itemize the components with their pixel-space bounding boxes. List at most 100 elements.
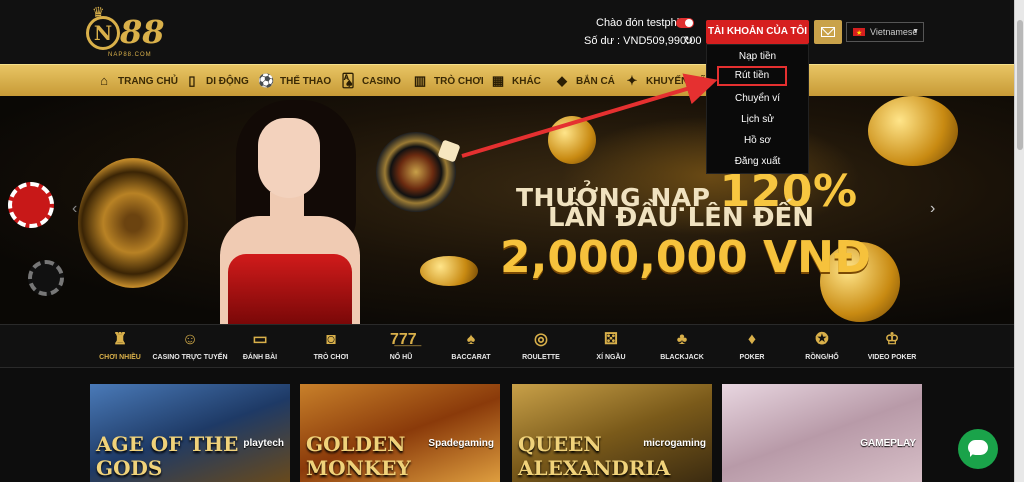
menu-item-logout[interactable]: Đăng xuất — [707, 152, 808, 172]
nav-item-casino[interactable]: 🂡 CASINO — [340, 72, 401, 90]
account-dropdown: Nạp tiền Rút tiền Chuyển ví Lịch sử Hồ s… — [706, 44, 809, 174]
roulette-icon: ◎ — [534, 331, 548, 348]
game-controller-icon: ◙ — [326, 331, 336, 348]
logo-subtext: NAP88.COM — [108, 52, 152, 58]
cards-icon: 🂡 — [341, 73, 355, 88]
nav-item-other[interactable]: ▦ KHÁC — [490, 72, 541, 90]
baccarat-icon: ♠ — [466, 331, 476, 348]
main-nav: ⌂ TRANG CHỦ ▯ DI ĐỘNG ⚽ THỂ THAO 🂡 CASINO ▥ T… — [0, 64, 1014, 96]
logo-number: 88 — [120, 13, 165, 51]
nav-item-games[interactable]: ▥ TRÒ CHƠI — [412, 72, 484, 90]
game-title: GOLDEN MONKEY — [306, 432, 411, 480]
nav-label: THỂ THAO — [280, 75, 332, 87]
game-card[interactable]: microgaming QUEEN ALEXANDRIA — [512, 384, 712, 482]
slot-777-icon: 7̲7̲7̲ — [390, 331, 417, 348]
nav-item-fishing[interactable]: ◆ BẮN CÁ — [554, 72, 615, 90]
category-label: TRÒ CHƠI — [313, 354, 349, 361]
language-select[interactable]: Vietnamese ▼ — [846, 22, 924, 43]
mail-button[interactable] — [814, 20, 842, 44]
category-label: VIDEO POKER — [867, 354, 917, 361]
nav-label: KHUYẾN MÃI — [646, 75, 710, 87]
category-roulette[interactable]: ◎ ROULETTE — [501, 329, 581, 361]
nav-label: TRÒ CHƠI — [434, 75, 484, 87]
dice-icon: ⚄ — [604, 331, 618, 348]
page: ♛ N 88 NAP88.COM Chào đón testphl Số dư … — [0, 0, 1014, 482]
nav-label: DI ĐỘNG — [206, 75, 249, 87]
nav-label: BẮN CÁ — [576, 75, 615, 87]
chevron-right-icon[interactable]: › — [930, 200, 935, 218]
scrollbar-thumb[interactable] — [1017, 20, 1023, 150]
blackjack-icon: ♣ — [676, 331, 688, 348]
chevron-left-icon[interactable]: ‹ — [72, 200, 77, 218]
chat-button[interactable] — [958, 429, 998, 469]
site-logo[interactable]: ♛ N 88 NAP88.COM — [84, 4, 184, 60]
mobile-icon: ▯ — [188, 73, 196, 88]
menu-item-transfer[interactable]: Chuyển ví — [707, 89, 808, 109]
bowling-icon: ♜ — [112, 331, 128, 348]
greeting-text: Chào đón testphl — [596, 17, 680, 29]
nav-label: KHÁC — [512, 75, 541, 87]
category-bar: ♜ CHƠI NHIỀU ☺ CASINO TRỰC TUYẾN ▭ ĐÁNH BÀI… — [0, 324, 1014, 368]
refresh-icon[interactable]: ↻ — [684, 34, 693, 47]
category-popular[interactable]: ♜ CHƠI NHIỀU — [80, 329, 160, 361]
category-label: POKER — [739, 354, 765, 361]
logo-n: N — [86, 16, 120, 50]
language-label: Vietnamese — [870, 27, 918, 37]
category-label: CHƠI NHIỀU — [99, 354, 141, 361]
category-label: BACCARAT — [451, 354, 491, 361]
game-provider: GAMEPLAY — [860, 438, 916, 449]
category-dice[interactable]: ⚄ XÍ NGẦU — [571, 329, 651, 361]
game-card[interactable]: GAMEPLAY — [722, 384, 922, 482]
header: ♛ N 88 NAP88.COM Chào đón testphl Số dư … — [0, 0, 1014, 64]
promo-line-2: LẦN ĐẦU LÊN ĐẾN — [548, 203, 815, 233]
status-toggle[interactable] — [676, 18, 694, 28]
poker-chip-icon — [8, 182, 54, 228]
category-label: RỒNG/HỔ — [805, 354, 839, 361]
envelope-icon — [821, 27, 835, 37]
home-icon: ⌂ — [100, 73, 108, 88]
menu-item-deposit[interactable]: Nạp tiền — [707, 47, 808, 67]
game-title: QUEEN ALEXANDRIA — [518, 432, 671, 480]
menu-item-withdraw[interactable]: Rút tiền — [717, 66, 787, 86]
category-video-poker[interactable]: ♔ VIDEO POKER — [852, 329, 932, 361]
nav-item-home[interactable]: ⌂ TRANG CHỦ — [96, 72, 178, 90]
category-label: ĐÁNH BÀI — [242, 354, 278, 361]
vietnam-flag-icon — [853, 25, 865, 43]
category-baccarat[interactable]: ♠ BACCARAT — [431, 329, 511, 361]
category-blackjack[interactable]: ♣ BLACKJACK — [642, 329, 722, 361]
nav-label: CASINO — [362, 75, 401, 87]
chevron-down-icon: ▼ — [912, 28, 919, 35]
category-label: ROULETTE — [522, 354, 560, 361]
gold-coin-icon — [420, 256, 478, 286]
jester-icon: ♔ — [884, 331, 900, 348]
page-scrollbar[interactable] — [1014, 0, 1024, 482]
game-card[interactable]: Spadegaming GOLDEN MONKEY — [300, 384, 500, 482]
promo-banner[interactable]: THƯỞNG NẠP 120% LẦN ĐẦU LÊN ĐẾN 2,000,00… — [0, 96, 1014, 324]
model-face — [258, 118, 320, 198]
nav-item-promotions[interactable]: ✦ KHUYẾN MÃI — [624, 72, 710, 90]
nav-item-mobile[interactable]: ▯ DI ĐỘNG — [184, 72, 249, 90]
poker-chip-icon — [28, 260, 64, 296]
menu-item-history[interactable]: Lịch sử — [707, 110, 808, 130]
menu-item-profile[interactable]: Hồ sơ — [707, 131, 808, 151]
category-card-games[interactable]: ▭ ĐÁNH BÀI — [220, 329, 300, 361]
category-slots[interactable]: 7̲7̲7̲ NỔ HŨ — [361, 329, 441, 361]
nav-item-sports[interactable]: ⚽ THỂ THAO — [258, 72, 331, 90]
promo-line-3: 2,000,000 VNĐ — [500, 232, 871, 283]
my-account-button[interactable]: TÀI KHOẢN CỦA TÔI — [706, 20, 809, 44]
game-card[interactable]: playtech AGE OF THE GODS — [90, 384, 290, 482]
category-poker[interactable]: ♦ POKER — [712, 329, 792, 361]
nav-label: TRANG CHỦ — [118, 75, 178, 87]
slots-icon: ▥ — [413, 73, 427, 88]
category-games[interactable]: ◙ TRÒ CHƠI — [291, 329, 371, 361]
gold-coin-icon — [548, 116, 596, 164]
category-dragon-tiger[interactable]: ✪ RỒNG/HỔ — [782, 329, 862, 361]
category-live-casino[interactable]: ☺ CASINO TRỰC TUYẾN — [150, 329, 230, 361]
dragon-tiger-icon: ✪ — [815, 331, 829, 348]
category-label: XÍ NGẦU — [596, 354, 626, 361]
poker-icon: ♦ — [747, 331, 757, 348]
grid-icon: ▦ — [491, 73, 505, 88]
card-table-icon: ▭ — [252, 331, 268, 348]
game-title: AGE OF THE GODS — [96, 432, 239, 480]
gift-icon: ✦ — [626, 73, 638, 88]
